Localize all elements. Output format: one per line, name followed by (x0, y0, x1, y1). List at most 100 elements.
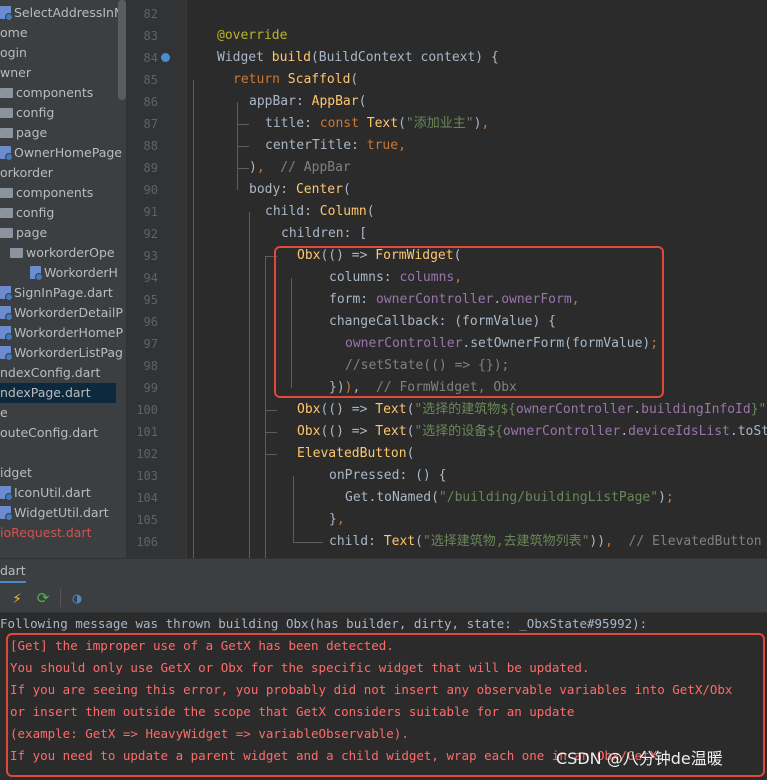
code-token: appBar: (249, 94, 312, 109)
tree-item[interactable]: wner (0, 63, 31, 83)
tree-item[interactable]: SignInPage.dart (0, 283, 113, 303)
code-token: build (271, 50, 311, 65)
tree-item[interactable]: WorkorderH (0, 263, 118, 283)
code-token: // ElevatedButton (612, 534, 762, 549)
hot-reload-icon[interactable]: ⚡ (8, 589, 26, 607)
tree-item-label: workorderOpe (26, 245, 115, 260)
code-token: "选择建筑物,去建筑物列表" (422, 534, 590, 549)
code-token: )) (589, 534, 606, 549)
tree-item[interactable]: IconUtil.dart (0, 483, 91, 503)
folder-icon (0, 108, 13, 118)
code-token: Widget (217, 50, 272, 65)
tree-item[interactable]: ome (0, 23, 28, 43)
line-number: 83 (143, 29, 158, 43)
folder-icon (0, 188, 13, 198)
line-number: 95 (143, 293, 158, 307)
dart-file-icon (0, 6, 13, 21)
tree-item-label: outeConfig.dart (0, 425, 98, 440)
tree-item[interactable]: ndexPage.dart (0, 383, 116, 403)
dart-file-icon (30, 266, 43, 281)
tree-item-label: WidgetUtil.dart (14, 505, 109, 520)
indent-guide (193, 80, 194, 558)
formwidget-highlight-box (274, 246, 664, 398)
tree-item[interactable]: SelectAddressInM (0, 3, 125, 23)
code-line: appBar: AppBar( (249, 91, 366, 113)
devtools-icon[interactable]: ◑ (68, 589, 86, 607)
tree-item[interactable]: ioRequest.dart (0, 523, 92, 543)
tree-item[interactable]: e (0, 403, 8, 423)
tree-item-label: page (16, 125, 48, 140)
code-token: .toSt (729, 424, 767, 439)
code-token: , (256, 160, 265, 175)
indent-guide (265, 256, 266, 558)
tree-item[interactable]: ogin (0, 43, 27, 63)
tree-item[interactable]: OwnerHomePage (0, 143, 122, 163)
code-token: buildingInfoId (641, 402, 751, 417)
code-token: ( (398, 116, 406, 131)
code-line: child: Text("选择建筑物,去建筑物列表")), // Elevate… (329, 531, 762, 553)
tree-item-label: page (16, 225, 48, 240)
line-number: 94 (143, 271, 158, 285)
tree-item[interactable]: outeConfig.dart (0, 423, 98, 443)
tree-item-label: wner (0, 65, 31, 80)
code-token: return (233, 72, 288, 87)
tree-item-label: WorkorderHomeP (14, 325, 123, 340)
code-line: centerTitle: true, (265, 135, 406, 157)
code-token: child: (329, 534, 384, 549)
tree-item-label: ndexConfig.dart (0, 365, 101, 380)
code-line: title: const Text("添加业主"), (265, 113, 489, 135)
code-token: deviceIdsList (628, 424, 730, 439)
tree-item-label: ogin (0, 45, 27, 60)
code-token: (BuildContext context) { (310, 50, 499, 65)
run-tab-label[interactable]: dart (0, 559, 26, 583)
override-marker-icon[interactable] (161, 53, 170, 62)
code-line: children: [ (281, 223, 367, 245)
code-line: child: Column( (265, 201, 375, 223)
tree-item-label: ndexPage.dart (0, 385, 91, 400)
tree-item-label: components (16, 185, 94, 200)
line-number: 86 (143, 95, 158, 109)
toolbar-separator (60, 589, 61, 607)
project-tree: SelectAddressInM ome ogin wner components con… (0, 0, 128, 558)
tree-item-label: config (16, 105, 55, 120)
tree-item[interactable]: config (0, 203, 54, 223)
line-number: 82 (143, 7, 158, 21)
tree-item-label: SelectAddressInM (14, 5, 125, 20)
code-token: ( (358, 94, 367, 109)
code-line: return Scaffold( (233, 69, 358, 91)
tree-item[interactable]: WorkorderDetailP (0, 303, 123, 323)
tree-item[interactable]: idget (0, 463, 32, 483)
indent-guide (265, 454, 277, 455)
dart-file-icon (0, 326, 13, 341)
code-line: }, (329, 509, 345, 531)
line-number: 97 (143, 337, 158, 351)
indent-guide (237, 124, 249, 125)
code-token: child: (265, 204, 320, 219)
tree-item[interactable]: ndexConfig.dart (0, 363, 100, 383)
line-number: 89 (143, 161, 158, 175)
tree-item[interactable]: WorkorderHomeP (0, 323, 123, 343)
code-token: ( (350, 72, 359, 87)
tree-item-label: WorkorderH (44, 265, 118, 280)
tree-item-label: SignInPage.dart (14, 285, 113, 300)
indent-guide (249, 212, 250, 558)
dart-file-icon (0, 286, 13, 301)
code-token: Obx (297, 424, 321, 439)
code-token: } (329, 512, 337, 527)
code-token: children: [ (281, 226, 368, 241)
sidebar-scrollbar[interactable] (118, 0, 126, 100)
tree-item[interactable]: WorkorderListPag (0, 343, 123, 363)
tree-item[interactable]: page (0, 123, 47, 143)
tree-item[interactable]: components (0, 83, 93, 103)
tree-item[interactable]: orkorder (0, 163, 53, 183)
code-token: true (366, 138, 399, 153)
hot-restart-icon[interactable]: ⟳ (34, 589, 52, 607)
tree-item[interactable]: page (0, 223, 47, 243)
tree-item[interactable]: config (0, 103, 54, 123)
folder-icon (0, 128, 13, 138)
code-token: Scaffold (287, 72, 351, 87)
tree-item[interactable]: components (0, 183, 93, 203)
tree-item[interactable]: WidgetUtil.dart (0, 503, 109, 523)
folder-icon (10, 248, 23, 258)
tree-item[interactable]: workorderOpe (0, 243, 115, 263)
